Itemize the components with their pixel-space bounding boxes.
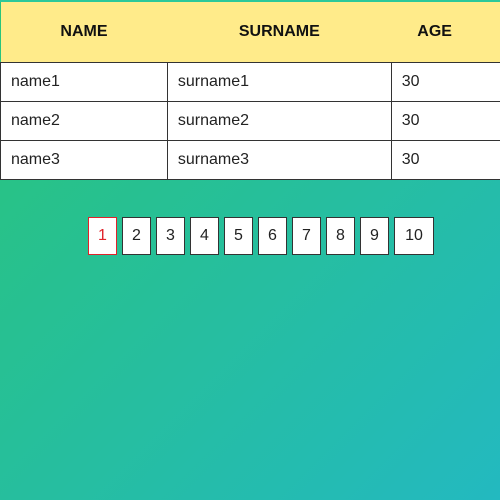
page-button-8[interactable]: 8: [326, 217, 355, 255]
page-button-4[interactable]: 4: [190, 217, 219, 255]
page-button-3[interactable]: 3: [156, 217, 185, 255]
page-button-7[interactable]: 7: [292, 217, 321, 255]
header-surname[interactable]: SURNAME: [167, 2, 392, 63]
cell-name: name1: [0, 62, 168, 102]
cell-surname: surname2: [166, 101, 392, 141]
table-row: name3 surname3 30: [0, 140, 500, 180]
cell-surname: surname3: [166, 140, 392, 180]
cell-name: name3: [0, 140, 168, 180]
cell-age: 30: [390, 101, 500, 141]
page-button-1[interactable]: 1: [88, 217, 117, 255]
page-button-10[interactable]: 10: [394, 217, 434, 255]
table-row: name1 surname1 30: [0, 62, 500, 102]
cell-name: name2: [0, 101, 168, 141]
table-header-row: NAME SURNAME AGE: [0, 2, 500, 63]
cell-age: 30: [390, 140, 500, 180]
page-button-6[interactable]: 6: [258, 217, 287, 255]
page-button-9[interactable]: 9: [360, 217, 389, 255]
header-age[interactable]: AGE: [391, 2, 500, 63]
header-name[interactable]: NAME: [0, 2, 168, 63]
table-row: name2 surname2 30: [0, 101, 500, 141]
page-button-2[interactable]: 2: [122, 217, 151, 255]
pagination: 1 2 3 4 5 6 7 8 9 10: [88, 217, 434, 255]
cell-surname: surname1: [166, 62, 392, 102]
cell-age: 30: [390, 62, 500, 102]
data-table: NAME SURNAME AGE name1 surname1 30 name2…: [0, 2, 500, 180]
page-button-5[interactable]: 5: [224, 217, 253, 255]
